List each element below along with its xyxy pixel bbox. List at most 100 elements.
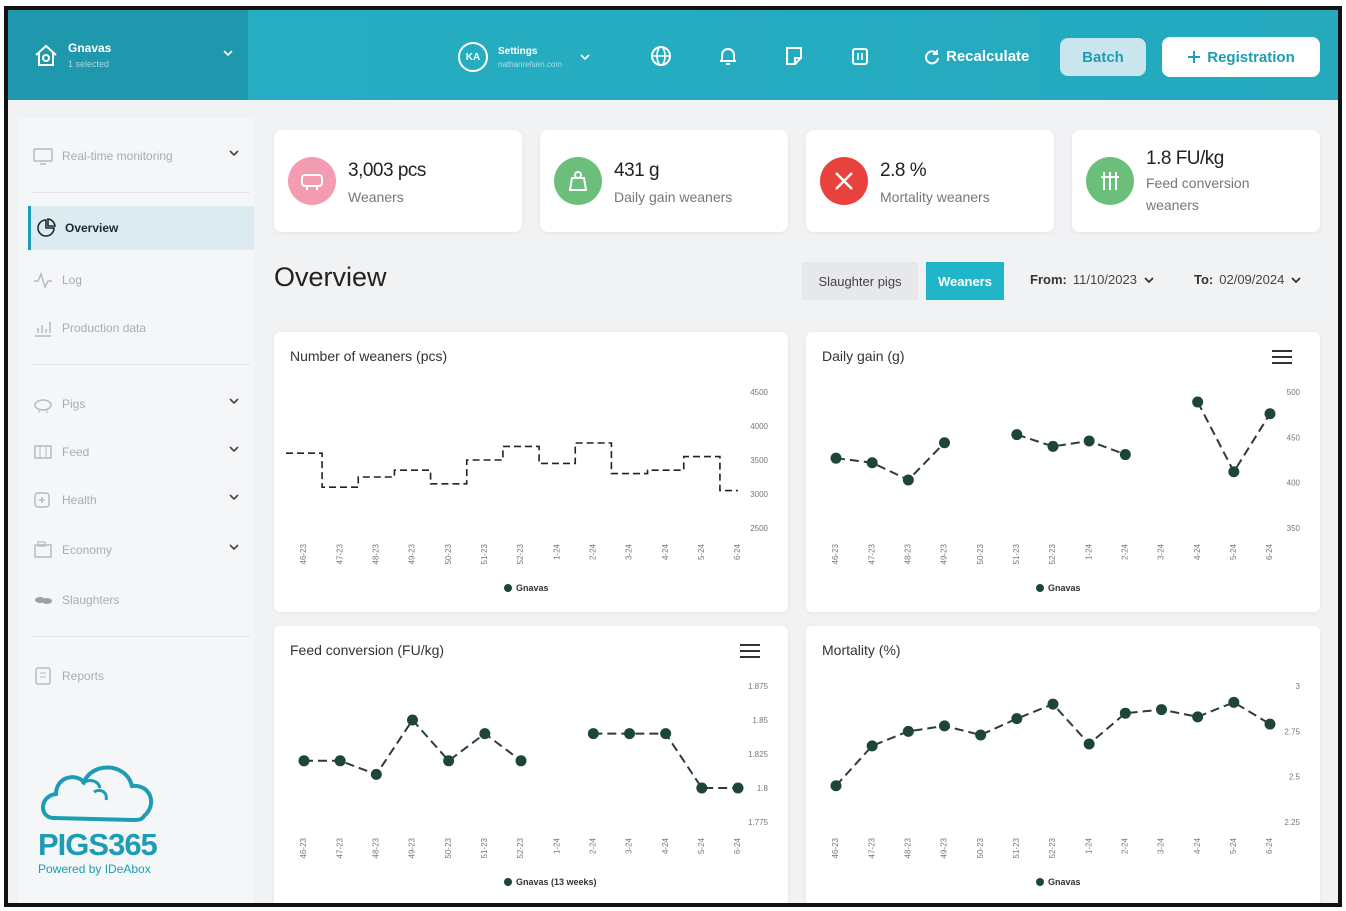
- divider: [32, 364, 250, 365]
- report-icon: [35, 667, 51, 685]
- sidebar-item-slaughters[interactable]: Slaughters: [32, 578, 254, 622]
- toggle-slaughter-pigs[interactable]: Slaughter pigs: [802, 262, 918, 300]
- data-point: [1047, 698, 1059, 710]
- chart-title: Feed conversion (FU/kg): [290, 642, 445, 658]
- chart-title: Daily gain (g): [822, 348, 905, 364]
- economy-icon: [34, 541, 52, 558]
- data-point: [975, 729, 987, 741]
- from-date-select[interactable]: From: 11/10/2023: [1030, 272, 1155, 287]
- x-tick-label: 46-23: [299, 543, 308, 564]
- cross-icon: [820, 157, 868, 205]
- x-tick-label: 51-23: [1012, 837, 1021, 858]
- kpi-value: 431 g: [614, 160, 660, 181]
- divider: [32, 192, 250, 193]
- series-line: [286, 442, 738, 492]
- sidebar-item-economy[interactable]: Economy: [32, 528, 254, 572]
- x-tick-label: 47-23: [867, 543, 876, 564]
- x-tick-label: 50-23: [976, 543, 985, 564]
- farm-name: Gnavas: [68, 41, 112, 55]
- x-tick-label: 52-23: [516, 837, 525, 858]
- x-tick-label: 50-23: [444, 837, 453, 858]
- x-tick-label: 49-23: [940, 543, 949, 564]
- y-tick-label: 500: [1287, 388, 1301, 397]
- menu-icon[interactable]: [738, 642, 762, 660]
- farm-selector[interactable]: Gnavas 1 selected: [8, 10, 248, 100]
- data-point: [939, 720, 950, 732]
- plus-icon: [1188, 51, 1201, 63]
- x-tick-label: 46-23: [299, 837, 308, 858]
- sidebar-item-pigs[interactable]: Pigs: [32, 382, 254, 426]
- trash-icon[interactable]: [848, 44, 872, 68]
- x-tick-label: 48-23: [903, 837, 912, 858]
- data-point: [334, 755, 346, 767]
- series-line: [304, 718, 738, 789]
- legend-label: Gnavas: [1048, 583, 1081, 593]
- toggle-weaners[interactable]: Weaners: [926, 262, 1004, 300]
- legend-label: Gnavas: [516, 583, 549, 593]
- chevron-down-icon: [229, 150, 239, 157]
- recalculate-button[interactable]: Recalculate: [924, 48, 1029, 65]
- batch-button[interactable]: Batch: [1060, 38, 1146, 76]
- data-point: [407, 714, 418, 726]
- sidebar-item-overview[interactable]: Overview: [28, 206, 254, 250]
- pig-icon: [34, 399, 52, 413]
- legend-marker: [1036, 584, 1044, 592]
- divider: [32, 636, 250, 637]
- x-tick-label: 51-23: [480, 543, 489, 564]
- x-tick-label: 4-24: [1193, 837, 1202, 854]
- chevron-down-icon: [580, 54, 590, 61]
- sidebar-item-feed[interactable]: Feed: [32, 430, 254, 474]
- x-tick-label: 49-23: [408, 837, 417, 858]
- data-point: [1264, 408, 1276, 420]
- bell-icon[interactable]: [716, 44, 740, 68]
- data-point: [587, 728, 599, 740]
- data-point: [1011, 429, 1023, 441]
- y-tick-label: 3: [1296, 682, 1301, 691]
- kpi-label: Feed conversion weaners: [1146, 175, 1250, 213]
- chart-title: Number of weaners (pcs): [290, 348, 448, 364]
- series-line: [835, 701, 1271, 787]
- chart-svg: 2500 3000 3500 4000 4500 46-23 47-23 48-23 49-23…: [286, 388, 769, 593]
- data-point: [866, 457, 878, 469]
- y-tick-label: 2.25: [1284, 818, 1300, 827]
- y-tick-label: 400: [1287, 479, 1301, 488]
- x-tick-label: 5-24: [1229, 837, 1238, 854]
- pie-icon: [37, 218, 56, 237]
- to-date-select[interactable]: To: 02/09/2024: [1194, 272, 1302, 287]
- y-tick-label: 1.775: [748, 818, 769, 827]
- globe-icon[interactable]: [649, 44, 673, 68]
- legend-label: Gnavas (13 weeks): [516, 877, 597, 887]
- sidebar-item-log[interactable]: Log: [32, 258, 254, 302]
- data-point: [298, 755, 310, 767]
- x-tick-label: 47-23: [335, 837, 344, 858]
- kpi-label: Mortality weaners: [880, 189, 990, 205]
- chart-panel-daily-gain: 350 400 450 500 46-23 47-23 48-23 49-23 50-23 51-…: [806, 332, 1320, 612]
- x-tick-label: 50-23: [976, 837, 985, 858]
- legend-marker: [504, 584, 512, 592]
- user-title: Settings: [498, 45, 538, 57]
- sidebar-item-health[interactable]: Health: [32, 478, 254, 522]
- x-tick-label: 4-24: [1193, 543, 1202, 560]
- from-label: From:: [1030, 272, 1067, 287]
- y-tick-label: 2500: [750, 524, 768, 533]
- data-point: [660, 728, 672, 740]
- x-tick-label: 4-24: [661, 837, 670, 854]
- from-value: 11/10/2023: [1072, 272, 1137, 287]
- sidebar-item-label: Reports: [62, 669, 105, 683]
- x-tick-label: 4-24: [661, 543, 670, 560]
- x-tick-label: 49-23: [408, 543, 417, 564]
- note-icon[interactable]: [782, 44, 806, 68]
- x-tick-label: 5-24: [697, 543, 706, 560]
- registration-button[interactable]: Registration: [1162, 37, 1320, 77]
- sidebar-item-production-data[interactable]: Production data: [32, 306, 254, 350]
- data-point: [370, 768, 382, 780]
- menu-icon[interactable]: [1270, 348, 1294, 366]
- user-menu[interactable]: KA Settings nathanrefsen.com: [458, 42, 590, 72]
- data-point: [1011, 713, 1023, 725]
- health-icon: [34, 492, 50, 508]
- sidebar-item-label: Slaughters: [62, 593, 120, 607]
- chart-panel-mortality: 2.25 2.5 2.75 3 46-23 47-23 48-23 49-23 50-23 51-…: [806, 626, 1320, 903]
- sidebar-item-realtime-monitoring[interactable]: Real-time monitoring: [32, 134, 254, 178]
- kpi-label: Daily gain weaners: [614, 189, 733, 205]
- sidebar-item-reports[interactable]: Reports: [32, 654, 254, 698]
